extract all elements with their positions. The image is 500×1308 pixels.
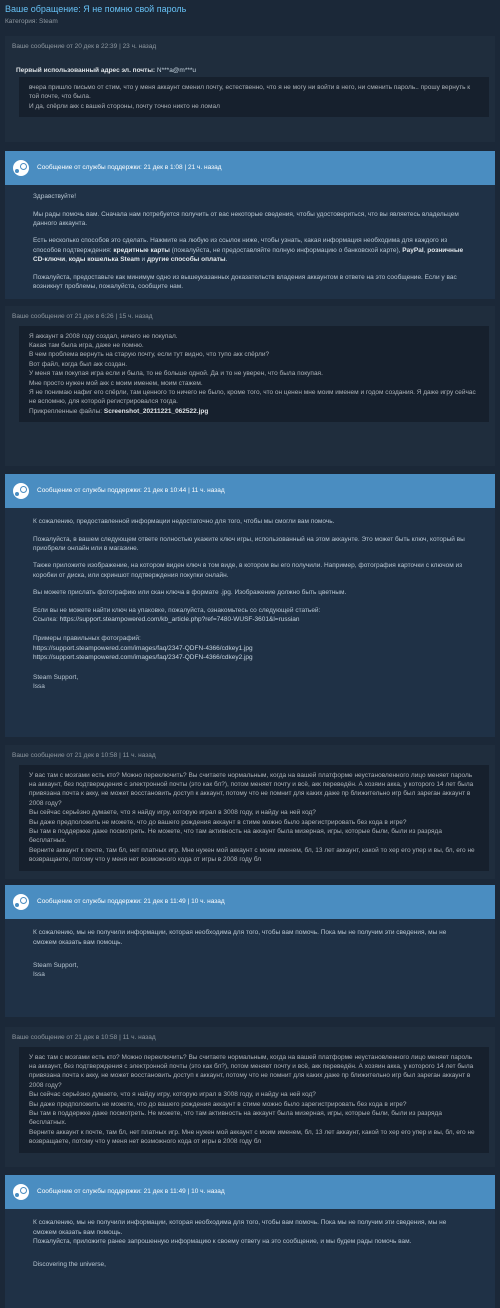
support-message: Сообщение от службы поддержки: 21 дек в … xyxy=(5,885,495,1018)
attachments: Прикрепленные файлы: Screenshot_20211221… xyxy=(29,407,479,416)
paragraph: Здравствуйте! xyxy=(33,193,77,201)
credit-card-link[interactable]: кредитные карты xyxy=(113,247,170,254)
message-body: вчера пришло письмо от стим, что у меня … xyxy=(19,76,489,118)
support-body: Здравствуйте! Мы рады помочь вам. Сначал… xyxy=(5,185,495,300)
message-line: Верните аккаунт к почте, там бл, нет пла… xyxy=(29,1128,475,1146)
paragraph: К сожалению, мы не получили информации, … xyxy=(33,1219,447,1236)
ticket-header: Ваше обращение: Я не помню свой пароль К… xyxy=(0,0,500,26)
ticket-category: Категория: Steam xyxy=(5,17,58,25)
message-line: Вы даже предположить не можете, что до в… xyxy=(29,1100,407,1108)
support-header: Сообщение от службы поддержки: 21 дек в … xyxy=(5,474,495,509)
attachment-link[interactable]: Screenshot_20211221_062522.jpg xyxy=(104,408,208,415)
message-line: У вас там с мозгами есть кто? Можно пере… xyxy=(29,1053,474,1089)
text: Примеры правильных фотографий: xyxy=(33,635,141,643)
text: (пожалуйста, не предоставляйте полную ин… xyxy=(171,246,401,254)
message-body: У вас там с мозгами есть кто? Можно пере… xyxy=(19,764,489,871)
message-line: Вот файл, когда был акк создан. xyxy=(29,360,128,368)
attachments-label: Прикрепленные файлы: xyxy=(29,407,103,415)
message-header: Ваше сообщение от 21 дек в 6:26 | 15 ч. … xyxy=(12,313,153,321)
message-line: Верните аккаунт к почте, там бл, нет пла… xyxy=(29,846,475,864)
signature: Steam Support, Issa xyxy=(33,673,467,692)
message-line: Какая там была игра, даже не помню. xyxy=(29,341,144,349)
support-header: Сообщение от службы поддержки: 21 дек в … xyxy=(5,885,495,920)
message-line: Я аккаунт в 2008 году создал, ничего не … xyxy=(29,332,178,340)
message-line: У меня там покупая игра если и была, то … xyxy=(29,370,323,378)
email-line: Первый использованный адрес эл. почты: N… xyxy=(5,56,495,77)
message-line: У вас там с мозгами есть кто? Можно пере… xyxy=(29,771,474,807)
message-line: В чем проблема вернуть на старую почту, … xyxy=(29,351,270,359)
paragraph: Пожалуйста, приложите ранее запрошенную … xyxy=(33,1237,412,1245)
kb-article-link[interactable]: https://support.steampowered.com/kb_arti… xyxy=(60,616,300,623)
steam-logo-icon xyxy=(13,894,29,911)
paypal-link[interactable]: PayPal xyxy=(402,247,423,254)
other-payment-link[interactable]: другие способы оплаты xyxy=(147,256,226,263)
paragraph: Примеры правильных фотографий: https://s… xyxy=(33,634,467,662)
support-message: Сообщение от службы поддержки: 21 дек в … xyxy=(5,151,495,300)
paragraph: Если вы не можете найти ключ на упаковке… xyxy=(33,606,467,625)
text: , xyxy=(423,246,426,254)
paragraph: Мы рады помочь вам. Сначала нам потребуе… xyxy=(33,210,459,227)
paragraph: Пожалуйста, предоставьте как минимум одн… xyxy=(33,273,457,291)
steam-logo-icon xyxy=(13,1184,29,1201)
support-body: К сожалению, предоставленной информации … xyxy=(5,508,495,738)
message-line: Вы сейчас серьёзно думаете, что я найду … xyxy=(29,1091,316,1099)
paragraph: Пожалуйста, в вашем следующем ответе пол… xyxy=(33,535,465,552)
paragraph: Также приложите изображение, на котором … xyxy=(33,562,463,579)
message-header: Ваше сообщение от 21 дек в 10:58 | 11 ч.… xyxy=(12,1034,156,1042)
paragraph: Вы можете прислать фотографию или скан к… xyxy=(33,589,347,597)
message-line: вчера пришло письмо от стим, что у меня … xyxy=(29,83,471,101)
message-line: И да, спёрли акк с вашей стороны, почту … xyxy=(29,102,220,110)
link-label: Ссылка: xyxy=(33,616,58,624)
email-value: N***a@m***u xyxy=(156,66,197,74)
paragraph: К сожалению, мы не получили информации, … xyxy=(33,929,447,946)
message-line: Вы даже предположить не можете, что до в… xyxy=(29,818,407,826)
text: и xyxy=(141,256,146,264)
text: , xyxy=(65,256,67,264)
support-message: Сообщение от службы поддержки: 21 дек в … xyxy=(5,1175,495,1308)
signature: Steam Support, Issa xyxy=(33,961,467,980)
wallet-code-link[interactable]: коды кошелька Steam xyxy=(69,256,140,263)
text: . xyxy=(225,256,228,264)
support-header-text: Сообщение от службы поддержки: 21 дек в … xyxy=(37,1188,225,1196)
signature-line: Steam Support, xyxy=(33,673,79,681)
steam-logo-icon xyxy=(13,483,29,500)
support-header-text: Сообщение от службы поддержки: 21 дек в … xyxy=(37,898,225,906)
support-message: Сообщение от службы поддержки: 21 дек в … xyxy=(5,474,495,738)
support-header: Сообщение от службы поддержки: 21 дек в … xyxy=(5,1175,495,1210)
text: Если вы не можете найти ключ на упаковке… xyxy=(33,606,321,614)
steam-logo-icon xyxy=(13,160,29,177)
ticket-title: Ваше обращение: Я не помню свой пароль xyxy=(5,4,187,14)
example-photo-link[interactable]: https://support.steampowered.com/images/… xyxy=(33,645,253,652)
user-message: Ваше сообщение от 21 дек в 10:58 | 11 ч.… xyxy=(5,1027,495,1168)
message-header: Ваше сообщение от 21 дек в 10:58 | 11 ч.… xyxy=(12,752,156,760)
signature-name: Issa xyxy=(33,971,45,979)
user-message: Ваше сообщение от 20 дек в 22:39 | 23 ч.… xyxy=(5,36,495,143)
ticket-page: Ваше обращение: Я не помню свой пароль К… xyxy=(0,0,500,1308)
example-photo-link[interactable]: https://support.steampowered.com/images/… xyxy=(33,654,253,661)
message-body: Я аккаунт в 2008 году создал, ничего не … xyxy=(19,325,489,423)
paragraph: Есть несколько способов это сделать. Наж… xyxy=(33,236,467,264)
email-label: Первый использованный адрес эл. почты: xyxy=(16,66,156,74)
message-line: Вы там в поддержке даже посмотреть. Не м… xyxy=(29,828,442,845)
support-header: Сообщение от службы поддержки: 21 дек в … xyxy=(5,151,495,186)
message-header: Ваше сообщение от 20 дек в 22:39 | 23 ч.… xyxy=(12,43,157,51)
user-message: Ваше сообщение от 21 дек в 10:58 | 11 ч.… xyxy=(5,745,495,880)
message-body: У вас там с мозгами есть кто? Можно пере… xyxy=(19,1046,489,1153)
support-body: К сожалению, мы не получили информации, … xyxy=(5,919,495,1018)
message-line: Я не понимаю нафиг его спёрли, там ценно… xyxy=(29,389,476,406)
user-message: Ваше сообщение от 21 дек в 6:26 | 15 ч. … xyxy=(5,306,495,467)
support-body: К сожалению, мы не получили информации, … xyxy=(5,1209,495,1308)
signature-name: Issa xyxy=(33,683,45,691)
support-header-text: Сообщение от службы поддержки: 21 дек в … xyxy=(37,164,222,172)
message-line: Вы там в поддержке даже посмотреть. Не м… xyxy=(29,1110,442,1127)
message-line: Вы сейчас серьёзно думаете, что я найду … xyxy=(29,809,316,817)
support-header-text: Сообщение от службы поддержки: 21 дек в … xyxy=(37,487,225,495)
message-line: Мне просто нужен мой акк с моим именем, … xyxy=(29,379,203,387)
paragraph: К сожалению, предоставленной информации … xyxy=(33,518,335,526)
signature-line: Steam Support, xyxy=(33,961,79,969)
signature-line: Discovering the universe, xyxy=(33,1261,106,1269)
